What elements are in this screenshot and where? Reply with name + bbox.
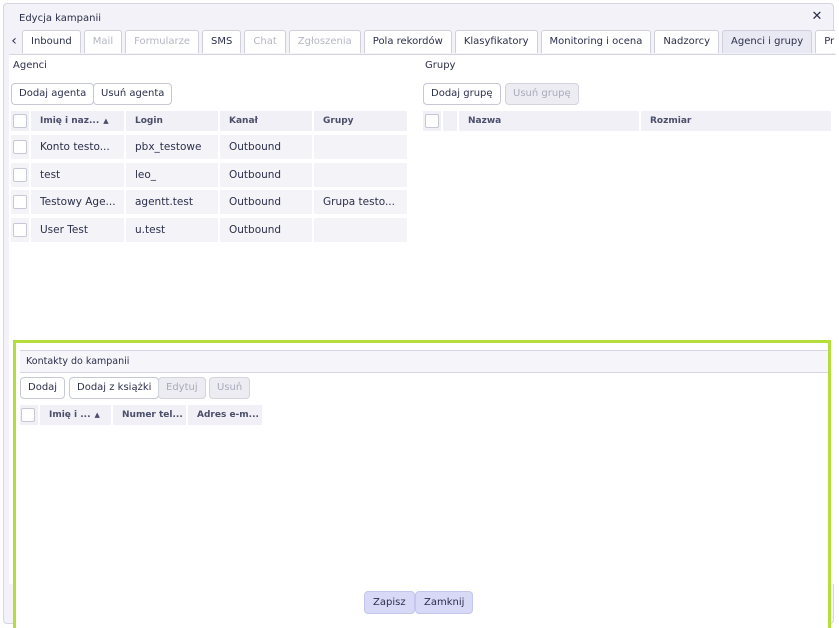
table-row[interactable]: test leo_ Outbound	[11, 162, 407, 187]
table-row[interactable]: User Test u.test Outbound	[11, 217, 407, 242]
campaign-edit-dialog: Edycja kampanii ✕ ‹ Inbound Mail Formularz…	[3, 3, 836, 628]
contacts-section-title: Kontakty do kampanii	[26, 356, 130, 367]
sort-asc-icon: ▲	[94, 411, 100, 419]
cell-login: leo_	[126, 162, 218, 187]
select-all-groups-checkbox[interactable]	[425, 114, 439, 128]
select-all-agents-checkbox[interactable]	[13, 114, 27, 128]
cell-name: User Test	[31, 217, 124, 242]
row-checkbox[interactable]	[13, 167, 27, 182]
tab-zgłoszenia: Zgłoszenia	[288, 30, 361, 53]
edit-contact-button: Edytuj	[158, 377, 206, 399]
cell-channel: Outbound	[220, 162, 312, 187]
tab-formularze: Formularze	[125, 30, 200, 53]
contacts-header: Kontakty do kampanii	[16, 343, 828, 373]
column-header-groups[interactable]: Grupy	[314, 111, 407, 131]
add-from-book-button[interactable]: Dodaj z książki	[69, 377, 160, 399]
column-header-group-name[interactable]: Nazwa	[459, 111, 639, 131]
select-all-cell	[423, 111, 441, 131]
column-header-name[interactable]: Imię i naz... ▲	[31, 111, 124, 131]
cell-groups	[314, 162, 407, 187]
add-group-button[interactable]: Dodaj grupę	[423, 83, 501, 105]
close-button[interactable]: Zamknij	[415, 591, 474, 614]
column-header-size[interactable]: Rozmiar	[641, 111, 831, 131]
table-row[interactable]: Konto testo... pbx_testowe Outbound	[11, 135, 407, 159]
cell-login: u.test	[126, 217, 218, 242]
cell-name: Testowy Age...	[31, 190, 124, 214]
cell-name: Konto testo...	[31, 135, 124, 159]
close-icon[interactable]: ✕	[809, 9, 825, 25]
select-all-cell	[20, 405, 38, 425]
contacts-title-bar: Kontakty do kampanii	[20, 350, 828, 373]
contacts-table-header: Imię i ... ▲ Numer tel... Adres e-m...	[20, 405, 262, 425]
tab-agenci-i-grupy[interactable]: Agenci i grupy	[722, 30, 813, 53]
cell-groups	[314, 217, 407, 242]
agents-table-header: Imię i naz... ▲ Login Kanał Grupy	[11, 111, 407, 131]
row-select-cell	[11, 162, 29, 187]
row-checkbox[interactable]	[13, 222, 27, 237]
cell-channel: Outbound	[220, 190, 312, 214]
contacts-section: Kontakty do kampanii Dodaj Dodaj z książ…	[13, 340, 831, 628]
row-select-cell	[11, 217, 29, 242]
tab-bar: ‹ Inbound Mail Formularze SMS Chat Zgłoszenia…	[8, 28, 835, 54]
select-all-contacts-checkbox[interactable]	[21, 408, 35, 422]
tab-inbound[interactable]: Inbound	[22, 30, 81, 53]
agents-section-title: Agenci	[13, 60, 47, 71]
select-all-cell	[11, 111, 29, 131]
remove-group-button: Usuń grupę	[505, 83, 579, 105]
add-contact-button[interactable]: Dodaj	[20, 377, 66, 399]
groups-table-header: Nazwa Rozmiar	[423, 111, 831, 131]
cell-name: test	[31, 162, 124, 187]
cell-groups: Grupa testo...	[314, 190, 407, 214]
tab-nadzorcy[interactable]: Nadzorcy	[654, 30, 720, 53]
chevron-left-icon[interactable]: ‹	[8, 31, 20, 51]
column-header-email[interactable]: Adres e-m...	[188, 405, 262, 425]
row-checkbox[interactable]	[13, 140, 27, 154]
cell-groups	[314, 135, 407, 159]
tab-klasyfikatory[interactable]: Klasyfikatory	[454, 30, 538, 53]
tabs: Inbound Mail Formularze SMS Chat Zgłoszenia Po…	[22, 30, 835, 54]
row-checkbox[interactable]	[13, 195, 27, 209]
tab-sms[interactable]: SMS	[202, 30, 242, 53]
remove-contact-button: Usuń	[209, 377, 251, 399]
groups-section-title: Grupy	[425, 60, 456, 71]
tab-priorytety-k[interactable]: Priorytety k	[815, 30, 835, 53]
save-button[interactable]: Zapisz	[364, 591, 415, 614]
tab-pola-rekordów[interactable]: Pola rekordów	[363, 30, 452, 53]
column-header-login[interactable]: Login	[126, 111, 218, 131]
tab-chat: Chat	[244, 30, 286, 53]
add-agent-button[interactable]: Dodaj agenta	[11, 83, 95, 105]
remove-agent-button[interactable]: Usuń agenta	[93, 83, 173, 105]
tab-mail: Mail	[83, 30, 123, 53]
row-select-cell	[11, 190, 29, 214]
column-header-channel[interactable]: Kanał	[220, 111, 312, 131]
row-select-cell	[11, 135, 29, 159]
tab-content: Agenci Dodaj agenta Usuń agenta Imię i n…	[9, 54, 836, 628]
sort-asc-icon: ▲	[103, 117, 109, 125]
column-header-phone[interactable]: Numer tel...	[113, 405, 186, 425]
column-header-contact-name[interactable]: Imię i ... ▲	[40, 405, 111, 425]
spacer-cell	[443, 111, 457, 131]
table-row[interactable]: Testowy Age... agentt.test Outbound Grupa t…	[11, 190, 407, 214]
cell-login: agentt.test	[126, 190, 218, 214]
dialog-title: Edycja kampanii	[19, 13, 102, 24]
tab-monitoring-i-ocena[interactable]: Monitoring i ocena	[540, 30, 652, 53]
cell-login: pbx_testowe	[126, 135, 218, 159]
cell-channel: Outbound	[220, 135, 312, 159]
cell-channel: Outbound	[220, 217, 312, 242]
